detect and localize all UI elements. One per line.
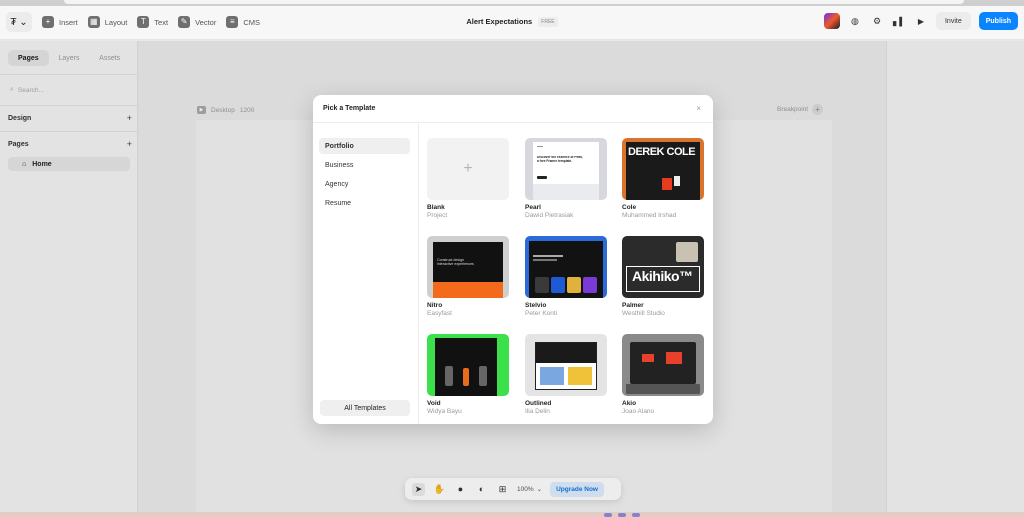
template-card-akio[interactable]: Akio Joao Alano xyxy=(622,334,704,415)
template-thumbnail: Akihiko™ xyxy=(622,236,704,298)
globe-icon[interactable]: ◍ xyxy=(848,14,862,28)
template-thumbnail xyxy=(525,236,607,298)
layout-icon: ▦ xyxy=(87,16,100,28)
template-card-palmer[interactable]: Akihiko™ Palmer Westhill Studio xyxy=(622,236,704,317)
thumb-headline: Discover the essence of Pearl, a free Fr… xyxy=(537,156,584,163)
template-author: Easyfast xyxy=(427,310,452,317)
template-picker-modal: Pick a Template × Portfolio Business Age… xyxy=(313,95,713,424)
thumb-headline: Akihiko™ xyxy=(632,268,693,284)
plus-square-icon: + xyxy=(42,16,54,28)
template-thumbnail: Construct design interactive experiences xyxy=(427,236,509,298)
close-icon[interactable]: × xyxy=(696,104,701,113)
vector-label: Vector xyxy=(195,17,217,27)
category-resume[interactable]: Resume xyxy=(319,195,410,211)
template-author: Peter Konti xyxy=(525,310,558,317)
template-card-stelvio[interactable]: Stelvio Peter Konti xyxy=(525,236,607,317)
plus-icon: + xyxy=(463,160,473,177)
template-name: Nitro xyxy=(427,302,443,309)
layout-button[interactable]: ▦ Layout xyxy=(87,12,128,32)
cms-label: CMS xyxy=(243,17,260,27)
analytics-icon[interactable]: ▖▌ xyxy=(892,14,906,28)
insert-button[interactable]: + Insert xyxy=(42,12,78,32)
text-label: Text xyxy=(154,17,169,27)
template-card-blank[interactable]: + Blank Project xyxy=(427,138,509,219)
template-name: Pearl xyxy=(525,204,541,211)
template-name: Outlined xyxy=(525,400,552,407)
text-button[interactable]: T Text xyxy=(137,12,168,32)
template-card-pearl[interactable]: Discover the essence of Pearl, a free Fr… xyxy=(525,138,607,219)
template-categories: Portfolio Business Agency Resume All Tem… xyxy=(313,124,419,424)
vector-pen-icon: ✎ xyxy=(178,16,191,28)
template-card-void[interactable]: Void Widya Bayu xyxy=(427,334,509,415)
template-card-nitro[interactable]: Construct design interactive experiences… xyxy=(427,236,509,317)
invite-button[interactable]: Invite xyxy=(935,12,971,30)
project-title[interactable]: Alert Expectations xyxy=(466,17,532,26)
framer-menu-button[interactable]: ₮ ⌄ xyxy=(6,12,32,32)
text-icon: T xyxy=(137,16,150,28)
template-name: Akio xyxy=(622,400,637,407)
template-name: Void xyxy=(427,400,441,407)
category-business[interactable]: Business xyxy=(319,157,410,173)
template-author: Ilia Delin xyxy=(525,408,550,415)
template-thumbnail xyxy=(525,334,607,396)
publish-button[interactable]: Publish xyxy=(978,12,1018,30)
thumb-headline: Construct design interactive experiences xyxy=(437,258,474,267)
template-author: Dawid Pietrasiak xyxy=(525,212,574,219)
template-thumbnail: DEREK COLE xyxy=(622,138,704,200)
template-author: Westhill Studio xyxy=(622,310,665,317)
template-thumbnail: + xyxy=(427,138,509,200)
vector-button[interactable]: ✎ Vector xyxy=(178,12,216,32)
toolbar-left-group: ₮ ⌄ + Insert ▦ Layout T Text ✎ Vector ≡ … xyxy=(6,12,260,32)
template-author: Widya Bayu xyxy=(427,408,462,415)
template-card-cole[interactable]: DEREK COLE Cole Muhammed Irshad xyxy=(622,138,704,219)
top-toolbar: ₮ ⌄ + Insert ▦ Layout T Text ✎ Vector ≡ … xyxy=(0,6,1024,40)
layout-label: Layout xyxy=(104,17,128,27)
template-author: Joao Alano xyxy=(622,408,655,415)
insert-label: Insert xyxy=(59,17,78,27)
template-author: Muhammed Irshad xyxy=(622,212,677,219)
template-thumbnail: Discover the essence of Pearl, a free Fr… xyxy=(525,138,607,200)
play-icon[interactable]: ▶ xyxy=(914,14,928,28)
thumb-headline: DEREK COLE xyxy=(628,146,696,158)
all-templates-button[interactable]: All Templates xyxy=(320,400,410,416)
plan-badge: FREE xyxy=(538,17,558,27)
address-bar xyxy=(64,0,964,4)
avatar[interactable] xyxy=(823,13,840,29)
template-author: Project xyxy=(427,212,448,219)
cms-button[interactable]: ≡ CMS xyxy=(226,12,260,32)
modal-header: Pick a Template × xyxy=(313,95,713,123)
template-thumbnail xyxy=(622,334,704,396)
database-icon: ≡ xyxy=(226,16,239,28)
template-name: Palmer xyxy=(622,302,644,309)
template-card-outlined[interactable]: Outlined Ilia Delin xyxy=(525,334,607,415)
template-name: Blank xyxy=(427,204,445,211)
category-agency[interactable]: Agency xyxy=(319,176,410,192)
settings-icon[interactable]: ⚙ xyxy=(870,14,884,28)
modal-title: Pick a Template xyxy=(323,105,376,112)
category-portfolio[interactable]: Portfolio xyxy=(319,138,410,154)
template-thumbnail xyxy=(427,334,509,396)
template-name: Cole xyxy=(622,204,637,211)
template-name: Stelvio xyxy=(525,302,547,309)
toolbar-right-group: ◍ ⚙ ▖▌ ▶ Invite Publish xyxy=(823,12,1018,30)
